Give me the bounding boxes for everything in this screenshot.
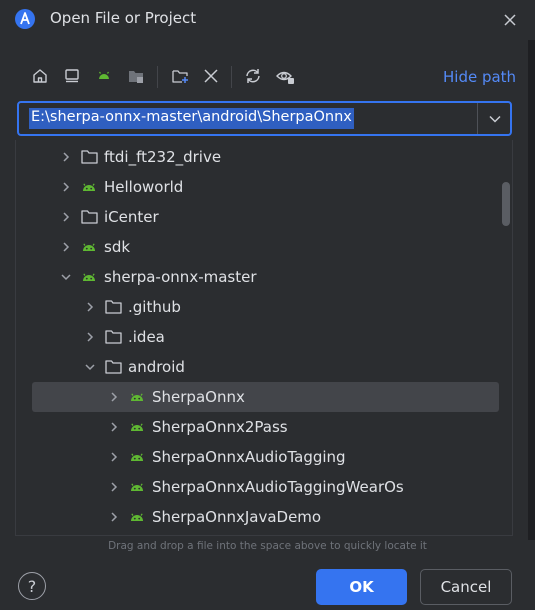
chevron-right-icon[interactable]: [60, 241, 72, 253]
chevron-right-icon[interactable]: [84, 331, 96, 343]
tree-item-label: ftdi_ft232_drive: [104, 148, 222, 166]
desktop-icon: [65, 69, 79, 83]
tree-scrollbar-thumb[interactable]: [502, 182, 510, 226]
folder-icon: [80, 148, 100, 166]
module-folder-icon: [129, 71, 143, 83]
delete-button[interactable]: [197, 62, 225, 90]
tree-item-label: SherpaOnnxJavaDemo: [152, 508, 322, 526]
folder-icon: [104, 358, 124, 376]
new-folder-button[interactable]: [166, 62, 194, 90]
android-icon: [128, 448, 148, 466]
tree-row[interactable]: sdk: [16, 232, 498, 262]
tree-row[interactable]: .github: [16, 292, 498, 322]
tree-item-label: SherpaOnnx2Pass: [152, 418, 288, 436]
close-button[interactable]: [498, 8, 522, 32]
help-button[interactable]: ?: [18, 572, 46, 600]
chevron-right-icon[interactable]: [60, 151, 72, 163]
android-icon: [99, 71, 109, 79]
path-combobox[interactable]: E:\sherpa-onnx-master\android\SherpaOnnx: [17, 101, 512, 136]
tree-item-label: sdk: [104, 238, 131, 256]
tree-item-label: .github: [128, 298, 181, 316]
android-icon: [128, 388, 148, 406]
path-history-dropdown-button[interactable]: [479, 103, 510, 134]
refresh-button[interactable]: [239, 62, 267, 90]
tree-row[interactable]: .idea: [16, 322, 498, 352]
tree-item-label: sherpa-onnx-master: [104, 268, 257, 286]
close-icon: [504, 14, 516, 26]
delete-icon: [204, 69, 218, 83]
refresh-icon: [246, 69, 260, 83]
android-icon: [80, 238, 100, 256]
tree-item-label: SherpaOnnxAudioTaggingWearOs: [152, 478, 404, 496]
chevron-right-icon[interactable]: [108, 421, 120, 433]
folder-icon: [104, 328, 124, 346]
tree-item-label: iCenter: [104, 208, 159, 226]
chevron-down-icon[interactable]: [60, 271, 72, 283]
path-input[interactable]: [19, 103, 477, 134]
file-tree[interactable]: ftdi_ft232_drive Helloworld iCenter sdk sher…: [15, 140, 513, 536]
tree-row[interactable]: SherpaOnnx2Pass: [16, 412, 498, 442]
home-button[interactable]: [26, 62, 54, 90]
tree-row[interactable]: SherpaOnnxJavaDemo: [16, 502, 498, 532]
chevron-right-icon[interactable]: [60, 211, 72, 223]
eye-hidden-icon: [276, 71, 294, 84]
drag-drop-hint: Drag and drop a file into the space abov…: [108, 540, 427, 552]
tree-row[interactable]: android: [16, 352, 498, 382]
tree-row[interactable]: SherpaOnnxAudioTaggingWearOs: [16, 472, 498, 502]
chevron-down-icon[interactable]: [84, 361, 96, 373]
module-dir-button[interactable]: [122, 62, 150, 90]
chevron-right-icon[interactable]: [60, 181, 72, 193]
ok-button[interactable]: OK: [316, 569, 407, 605]
desktop-button[interactable]: [58, 62, 86, 90]
chevron-right-icon[interactable]: [108, 451, 120, 463]
toolbar-separator: [231, 66, 232, 88]
tree-item-label: SherpaOnnxAudioTagging: [152, 448, 346, 466]
combo-divider: [477, 103, 478, 134]
tree-row[interactable]: Helloworld: [16, 172, 498, 202]
toolbar-separator: [157, 66, 158, 88]
cancel-button[interactable]: Cancel: [420, 569, 512, 605]
tree-row[interactable]: iCenter: [16, 202, 498, 232]
android-icon: [80, 178, 100, 196]
android-icon: [128, 478, 148, 496]
home-icon: [33, 69, 47, 83]
android-studio-logo-icon: [14, 8, 36, 30]
chevron-down-icon: [488, 115, 501, 123]
chevron-right-icon[interactable]: [108, 511, 120, 523]
tree-row[interactable]: SherpaOnnx: [32, 382, 499, 412]
show-hidden-button[interactable]: [271, 62, 299, 90]
file-chooser-toolbar: [20, 62, 320, 92]
chevron-right-icon[interactable]: [108, 391, 120, 403]
android-icon: [80, 268, 100, 286]
tree-item-label: SherpaOnnx: [152, 388, 245, 406]
android-icon: [128, 508, 148, 526]
tree-item-label: android: [128, 358, 185, 376]
tree-item-label: .idea: [128, 328, 165, 346]
tree-row[interactable]: SherpaOnnxAudioTagging: [16, 442, 498, 472]
android-icon: [128, 418, 148, 436]
dialog-title: Open File or Project: [50, 9, 197, 27]
tree-row[interactable]: ftdi_ft232_drive: [16, 142, 498, 172]
title-bar: Open File or Project: [0, 0, 535, 40]
chevron-right-icon[interactable]: [108, 481, 120, 493]
new-folder-icon: [172, 70, 188, 83]
project-dir-button[interactable]: [90, 62, 118, 90]
chevron-right-icon[interactable]: [84, 301, 96, 313]
tree-item-label: Helloworld: [104, 178, 184, 196]
folder-icon: [80, 208, 100, 226]
folder-icon: [104, 298, 124, 316]
tree-row[interactable]: sherpa-onnx-master: [16, 262, 498, 292]
hide-path-link[interactable]: Hide path: [443, 68, 516, 86]
window-edge: [528, 40, 535, 540]
